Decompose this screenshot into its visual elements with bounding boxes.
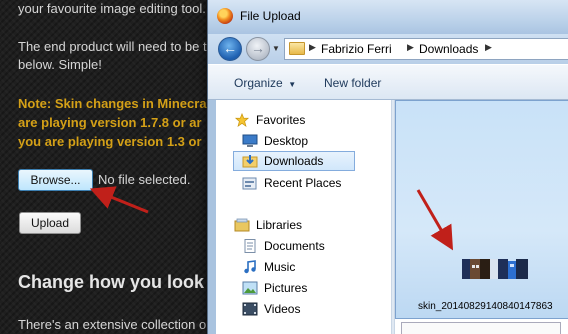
downloads-label: Downloads [264, 154, 324, 168]
star-icon [234, 113, 250, 127]
libraries-label: Libraries [256, 218, 303, 232]
nav-item-videos[interactable]: Videos [216, 299, 391, 319]
browse-button[interactable]: Browse... [18, 169, 93, 191]
recent-places-label: Recent Places [264, 176, 342, 190]
breadcrumb-separator-icon[interactable]: ▶ [309, 42, 316, 53]
dialog-titlebar[interactable]: File Upload [208, 0, 568, 34]
navigation-pane: Favorites Desktop Downloads Recent Place… [216, 100, 391, 334]
folder-icon [289, 42, 305, 55]
command-bar: Organize ▼ New folder [208, 64, 568, 100]
documents-label: Documents [264, 239, 325, 253]
new-folder-button[interactable]: New folder [324, 76, 381, 90]
forward-arrow-icon[interactable]: → [246, 37, 270, 61]
intro-text-line-3: below. Simple! [18, 57, 102, 72]
nav-item-desktop[interactable]: Desktop [216, 131, 391, 151]
file-list-lower-area [401, 322, 561, 334]
nav-item-music[interactable]: Music [216, 257, 391, 277]
nav-favorites[interactable]: Favorites [216, 110, 391, 130]
breadcrumb-separator-icon[interactable]: ▶ [407, 42, 414, 53]
nav-libraries[interactable]: Libraries [216, 215, 391, 235]
videos-icon [242, 302, 258, 316]
libraries-icon [234, 218, 250, 232]
organize-label: Organize [234, 76, 283, 90]
bottom-text: There's an extensive collection o [18, 317, 207, 332]
skin-image-thumbnail [462, 259, 528, 279]
recent-places-icon [242, 177, 257, 190]
note-line-1: Note: Skin changes in Minecra [18, 96, 207, 111]
file-list-pane: skin_20140829140840147863 [395, 100, 568, 334]
favorites-label: Favorites [256, 113, 306, 127]
pictures-label: Pictures [264, 281, 308, 295]
nav-item-downloads[interactable]: Downloads [233, 151, 355, 171]
desktop-icon [242, 134, 258, 147]
file-item-selected[interactable]: skin_20140829140840147863 [395, 100, 568, 319]
recent-locations-dropdown[interactable]: ▼ [272, 44, 280, 53]
nav-item-recent-places[interactable]: Recent Places [216, 173, 391, 193]
intro-text-line-2: The end product will need to be t [18, 39, 207, 54]
breadcrumb-downloads[interactable]: Downloads [419, 42, 478, 56]
file-upload-dialog: File Upload ← → ▼ ▶ Fabrizio Ferri ▶ Dow… [207, 0, 568, 334]
note-line-3: you are playing version 1.3 or [18, 134, 202, 149]
downloads-folder-icon [242, 155, 258, 168]
chevron-down-icon: ▼ [286, 80, 297, 89]
address-bar[interactable]: ▶ Fabrizio Ferri ▶ Downloads ▶ [284, 38, 568, 60]
organize-button[interactable]: Organize ▼ [234, 76, 296, 90]
nav-item-pictures[interactable]: Pictures [216, 278, 391, 298]
breadcrumb-separator-icon[interactable]: ▶ [485, 42, 492, 53]
desktop-label: Desktop [264, 134, 309, 148]
music-label: Music [264, 260, 296, 274]
upload-button[interactable]: Upload [19, 212, 81, 234]
dialog-title: File Upload [240, 9, 301, 23]
note-line-2: are playing version 1.7.8 or ar [18, 115, 202, 130]
navigation-bar: ← → ▼ ▶ Fabrizio Ferri ▶ Downloads ▶ [208, 34, 568, 64]
breadcrumb-fabrizio-ferri[interactable]: Fabrizio Ferri [321, 42, 392, 56]
no-file-selected-label: No file selected. [98, 172, 191, 187]
section-heading: Change how you look [18, 272, 205, 292]
videos-label: Videos [264, 302, 301, 316]
back-arrow-icon[interactable]: ← [218, 37, 242, 61]
nav-item-documents[interactable]: Documents [216, 236, 391, 256]
intro-text-line-1: your favourite image editing tool. [18, 1, 206, 16]
music-icon [244, 260, 256, 274]
firefox-icon [217, 8, 233, 24]
file-name-label: skin_20140829140840147863 [418, 301, 553, 312]
pictures-icon [242, 281, 258, 295]
documents-icon [244, 239, 256, 253]
